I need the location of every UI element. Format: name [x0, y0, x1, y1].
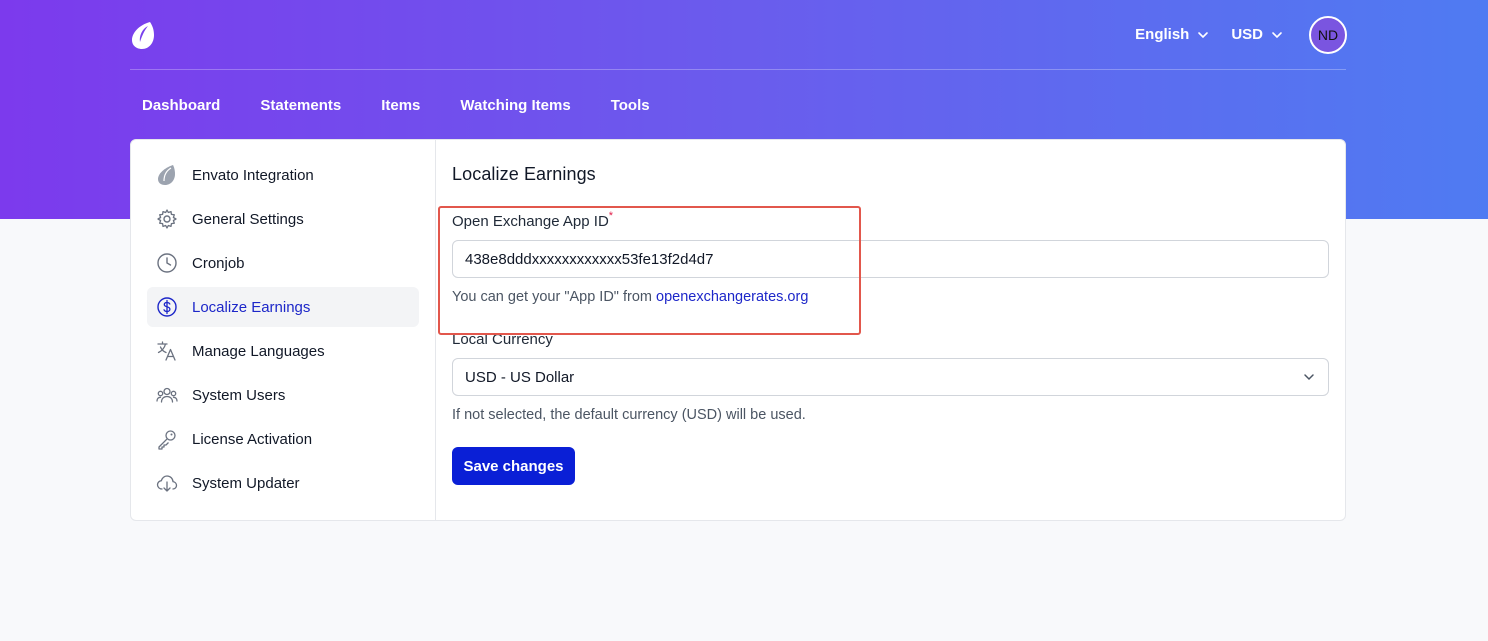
currency-select-value: USD - US Dollar [465, 368, 575, 386]
app-id-help-text: You can get your "App ID" from [452, 289, 657, 305]
page-title: Localize Earnings [452, 164, 596, 184]
sidebar-item-label: Manage Languages [192, 342, 325, 360]
dollar-circle-icon [156, 296, 178, 318]
settings-sidebar: Envato Integration General Settings Cron… [131, 140, 436, 520]
sidebar-item-manage-languages[interactable]: Manage Languages [147, 331, 419, 371]
envato-logo-icon[interactable] [130, 20, 156, 50]
sidebar-item-envato-integration[interactable]: Envato Integration [147, 155, 419, 195]
app-id-help: You can get your "App ID" from openexcha… [452, 289, 1329, 305]
nav-item-statements[interactable]: Statements [248, 97, 353, 114]
sidebar-item-label: Localize Earnings [192, 298, 311, 316]
currency-dropdown[interactable]: USD [1231, 26, 1283, 43]
app-id-input[interactable]: 438e8dddxxxxxxxxxxxx53fe13f2d4d7 [452, 240, 1329, 278]
sidebar-item-label: Cronjob [192, 254, 245, 272]
sidebar-item-license-activation[interactable]: License Activation [147, 419, 419, 459]
settings-main: Localize Earnings Open Exchange App ID* … [436, 140, 1345, 520]
clock-icon [156, 252, 178, 274]
currency-help: If not selected, the default currency (U… [452, 407, 806, 423]
key-icon [156, 428, 178, 450]
currency-label: Local Currency [452, 331, 553, 348]
sidebar-item-general-settings[interactable]: General Settings [147, 199, 419, 239]
chevron-down-icon [1304, 374, 1314, 381]
sidebar-item-label: License Activation [192, 430, 313, 448]
required-marker: * [608, 210, 614, 222]
currency-label: USD [1231, 26, 1263, 43]
sidebar-item-system-users[interactable]: System Users [147, 375, 419, 415]
sidebar-item-label: Envato Integration [192, 166, 314, 184]
language-dropdown[interactable]: English [1135, 26, 1209, 43]
nav-item-watching-items[interactable]: Watching Items [448, 97, 582, 114]
sidebar-item-cronjob[interactable]: Cronjob [147, 243, 419, 283]
settings-card: Envato Integration General Settings Cron… [130, 139, 1346, 521]
avatar-initials: ND [1317, 26, 1339, 43]
main-nav: Dashboard Statements Items Watching Item… [130, 88, 678, 122]
app-id-label-text: Open Exchange App ID [452, 213, 609, 230]
sidebar-item-localize-earnings[interactable]: Localize Earnings [147, 287, 419, 327]
sidebar-item-system-updater[interactable]: System Updater [147, 463, 419, 503]
avatar[interactable]: ND [1309, 15, 1347, 54]
gear-icon [156, 208, 178, 230]
chevron-down-icon [1272, 31, 1282, 38]
language-label: English [1135, 26, 1190, 43]
chevron-down-icon [1198, 31, 1209, 38]
openexchangerates-link[interactable]: openexchangerates.org [656, 289, 808, 305]
users-icon [156, 384, 178, 406]
top-right-controls: English USD ND [1135, 15, 1347, 54]
sidebar-item-label: General Settings [192, 210, 304, 228]
app-id-value: 438e8dddxxxxxxxxxxxx53fe13f2d4d7 [465, 250, 714, 268]
app-id-label: Open Exchange App ID* [452, 210, 1329, 230]
sidebar-item-label: System Updater [192, 474, 300, 492]
translate-icon [156, 340, 178, 362]
nav-item-items[interactable]: Items [369, 97, 432, 114]
nav-item-dashboard[interactable]: Dashboard [130, 97, 232, 114]
sidebar-item-label: System Users [192, 386, 286, 404]
topbar: English USD ND [130, 0, 1347, 70]
currency-select[interactable]: USD - US Dollar [452, 358, 1329, 396]
cloud-download-icon [156, 472, 178, 494]
save-changes-button[interactable]: Save changes [452, 447, 575, 485]
envato-leaf-icon [156, 164, 178, 186]
nav-item-tools[interactable]: Tools [599, 97, 662, 114]
